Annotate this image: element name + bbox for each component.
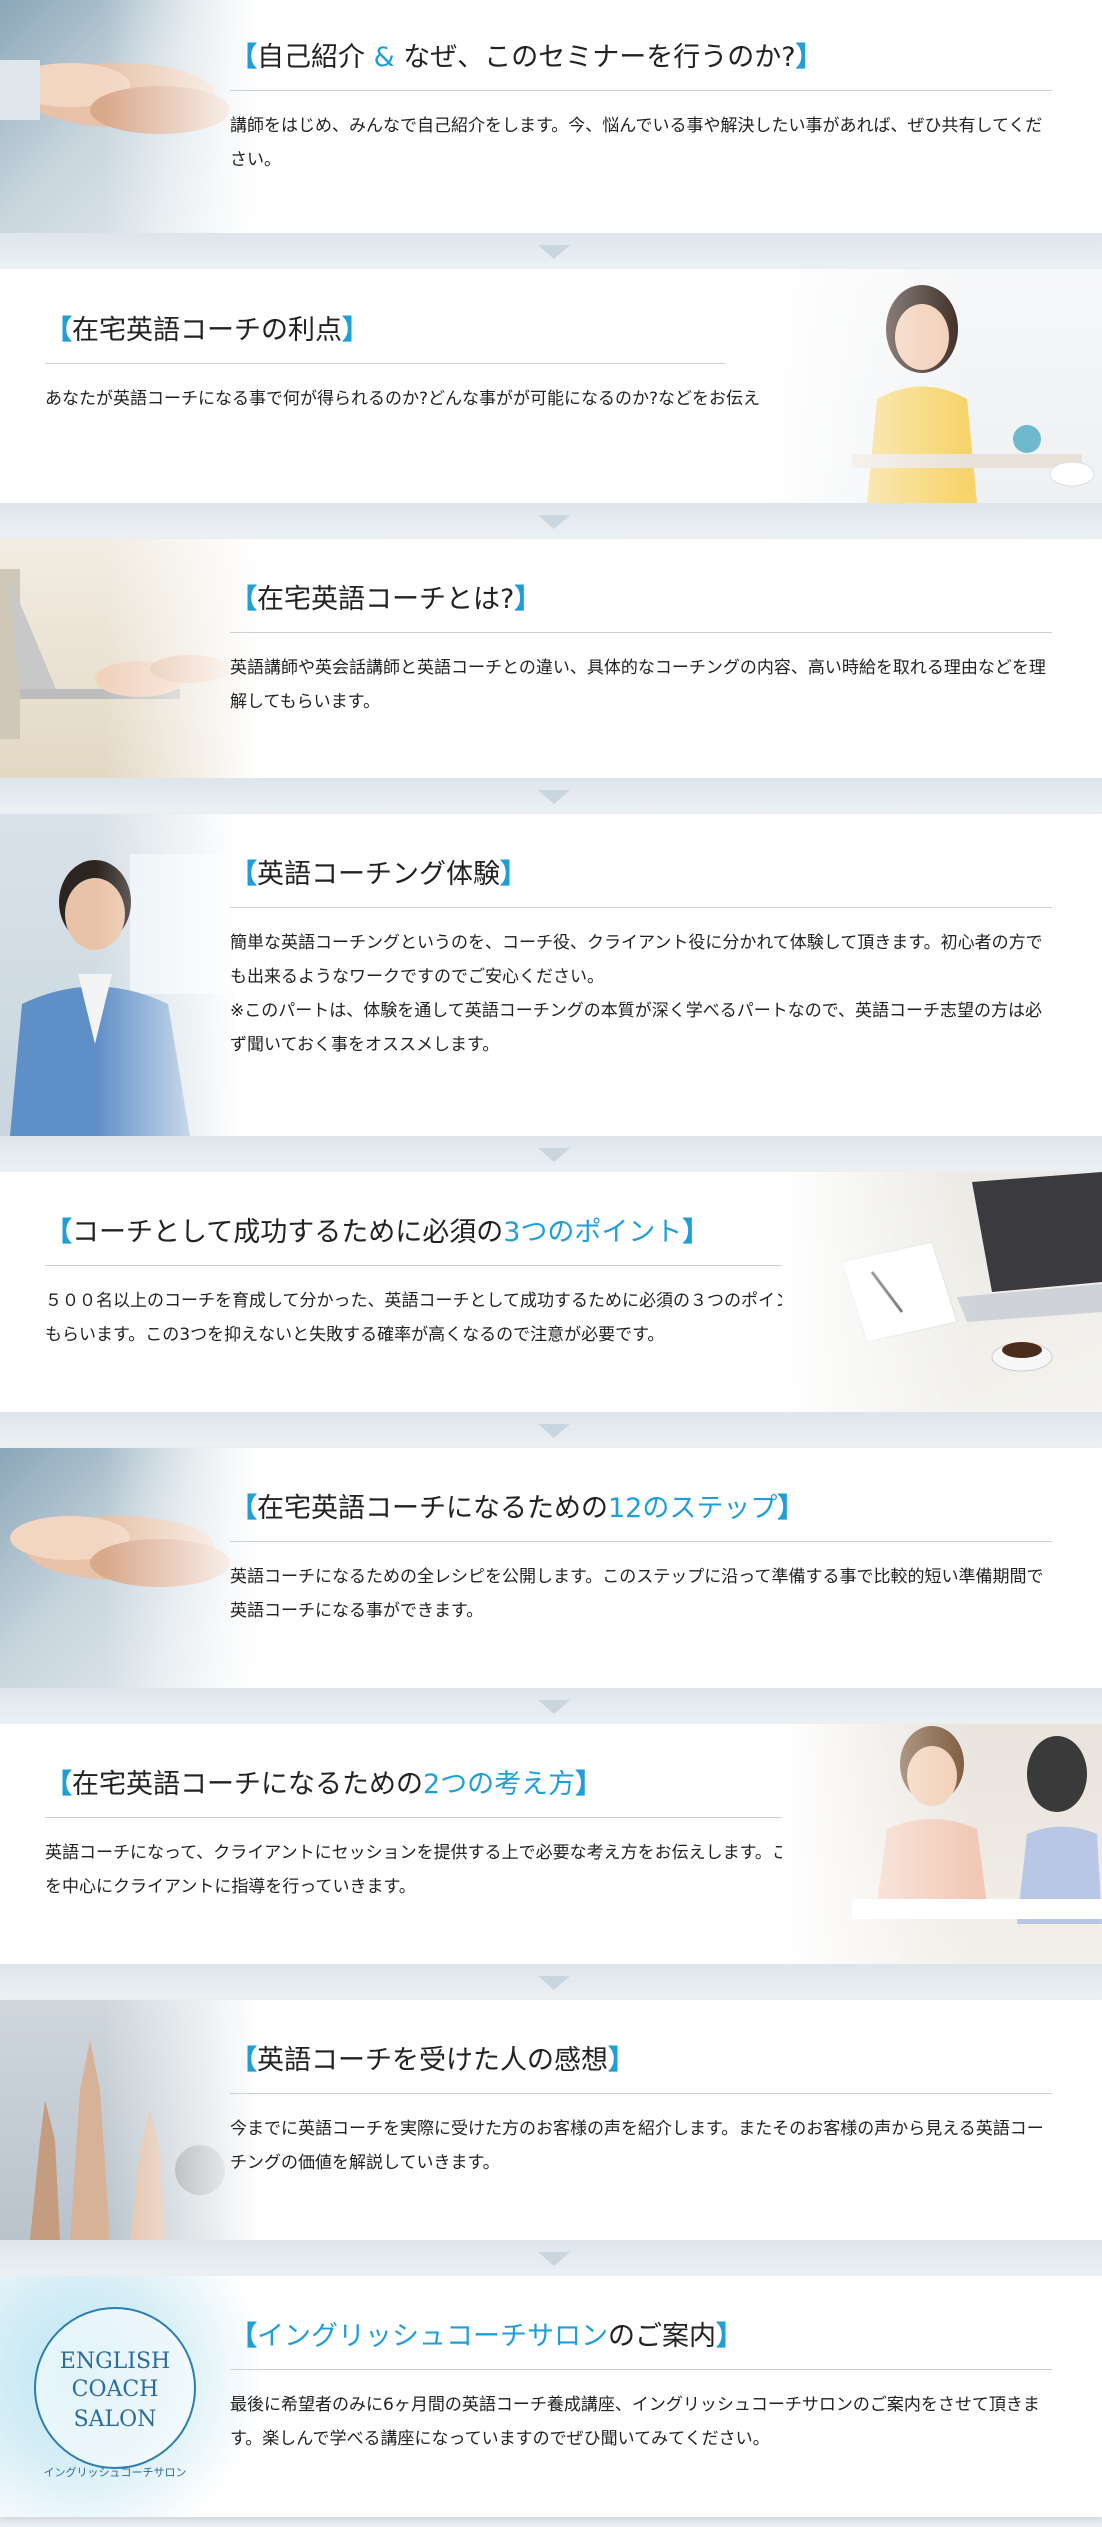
section-title: 【英語コーチを受けた人の感想】 — [230, 2045, 635, 2076]
section-description: 英語講師や英会話講師と英語コーチとの違い、具体的なコーチングの内容、高い時給を取… — [230, 658, 1046, 712]
down-arrow-icon — [538, 245, 570, 259]
section-title: 【コーチとして成功するために必須の3つのポイント】 — [45, 1217, 710, 1248]
down-arrow-icon — [538, 1700, 570, 1714]
section-description: 講師をはじめ、みんなで自己紹介をします。今、悩んでいる事や解決したい事があれば、… — [230, 116, 1043, 170]
section-description: 最後に希望者のみに6ヶ月間の英語コーチ養成講座、イングリッシュコーチサロンのご案… — [230, 2395, 1040, 2449]
section-description: 今までに英語コーチを実際に受けた方のお客様の声を紹介します。またそのお客様の声か… — [230, 2119, 1044, 2173]
section-experience: 【英語コーチング体験】 簡単な英語コーチングというのを、コーチ役、クライアント役… — [0, 814, 1102, 1136]
logo-line1: ENGLISH — [60, 2349, 170, 2374]
section-what-is: 【在宅英語コーチとは?】 英語講師や英会話講師と英語コーチとの違い、具体的なコー… — [0, 539, 1102, 778]
down-arrow-icon — [538, 2252, 570, 2266]
logo-line3: SALON — [74, 2407, 157, 2432]
divider — [230, 1541, 1052, 1542]
divider — [45, 1817, 785, 1818]
section-twelve-steps: 【在宅英語コーチになるための12のステップ】 英語コーチになるための全レシピを公… — [0, 1448, 1102, 1688]
section-three-points: 【コーチとして成功するために必須の3つのポイント】 ５００名以上のコーチを育成し… — [0, 1172, 1102, 1412]
divider — [45, 1265, 785, 1266]
divider — [230, 632, 1052, 633]
section-title: 【在宅英語コーチとは?】 — [230, 584, 542, 615]
section-title: 【在宅英語コーチになるための12のステップ】 — [230, 1493, 805, 1524]
laptop-typing-image — [0, 539, 260, 778]
down-arrow-icon — [538, 1148, 570, 1162]
section-description: ５００名以上のコーチを育成して分かった、英語コーチとして成功するために必須の３つ… — [45, 1291, 894, 1345]
divider — [230, 2369, 1052, 2370]
section-title: 【英語コーチング体験】 — [230, 859, 527, 890]
presenter-man-image — [0, 814, 240, 1136]
logo-subtitle: イングリッシュコーチサロン — [44, 2465, 187, 2479]
desk-laptop-coffee-image — [782, 1172, 1102, 1412]
down-arrow-icon — [538, 515, 570, 529]
divider — [45, 363, 725, 364]
section-two-mindsets: 【在宅英語コーチになるための2つの考え方】 英語コーチになって、クライアントにセ… — [0, 1724, 1102, 1964]
handshake-image — [0, 0, 260, 233]
section-description: 英語コーチになって、クライアントにセッションを提供する上で必要な考え方をお伝えし… — [45, 1843, 857, 1897]
section-title: 【自己紹介 & なぜ、このセミナーを行うのか?】 — [230, 42, 823, 73]
down-arrow-icon — [538, 1976, 570, 1990]
section-note: ※このパートは、体験を通して英語コーチングの本質が深く学べるパートなので、英語コ… — [230, 1001, 1043, 1055]
section-salon: ENGLISH COACH SALON イングリッシュコーチサロン 【イングリッ… — [0, 2276, 1102, 2517]
section-self-intro: 【自己紹介 & なぜ、このセミナーを行うのか?】 講師をはじめ、みんなで自己紹介… — [0, 0, 1102, 233]
section-title: 【在宅英語コーチになるための2つの考え方】 — [45, 1769, 603, 1800]
salon-logo: ENGLISH COACH SALON イングリッシュコーチサロン — [0, 2276, 260, 2517]
two-women-talking-image — [782, 1724, 1102, 1964]
down-arrow-icon — [538, 790, 570, 804]
section-benefits: 【在宅英語コーチの利点】 あなたが英語コーチになる事で何が得られるのか?どんな事… — [0, 269, 1102, 503]
divider — [230, 2093, 1052, 2094]
divider — [230, 907, 1052, 908]
handshake-image — [0, 1448, 260, 1688]
section-testimonials: 【英語コーチを受けた人の感想】 今までに英語コーチを実際に受けた方のお客様の声を… — [0, 2000, 1102, 2240]
section-description: あなたが英語コーチになる事で何が得られるのか?どんな事がが可能になるのか?などを… — [45, 389, 827, 409]
section-description: 英語コーチになるための全レシピを公開します。このステップに沿って準備する事で比較… — [230, 1567, 1044, 1621]
logo-line2: COACH — [72, 2377, 159, 2402]
section-description: 簡単な英語コーチングというのを、コーチ役、クライアント役に分かれて体験して頂きま… — [230, 933, 1043, 987]
section-title: 【在宅英語コーチの利点】 — [45, 315, 369, 346]
raised-hands-image — [0, 2000, 260, 2240]
down-arrow-icon — [538, 1424, 570, 1438]
section-title: 【イングリッシュコーチサロンのご案内】 — [230, 2321, 743, 2352]
divider — [230, 90, 1052, 91]
smiling-woman-image — [762, 269, 1102, 503]
